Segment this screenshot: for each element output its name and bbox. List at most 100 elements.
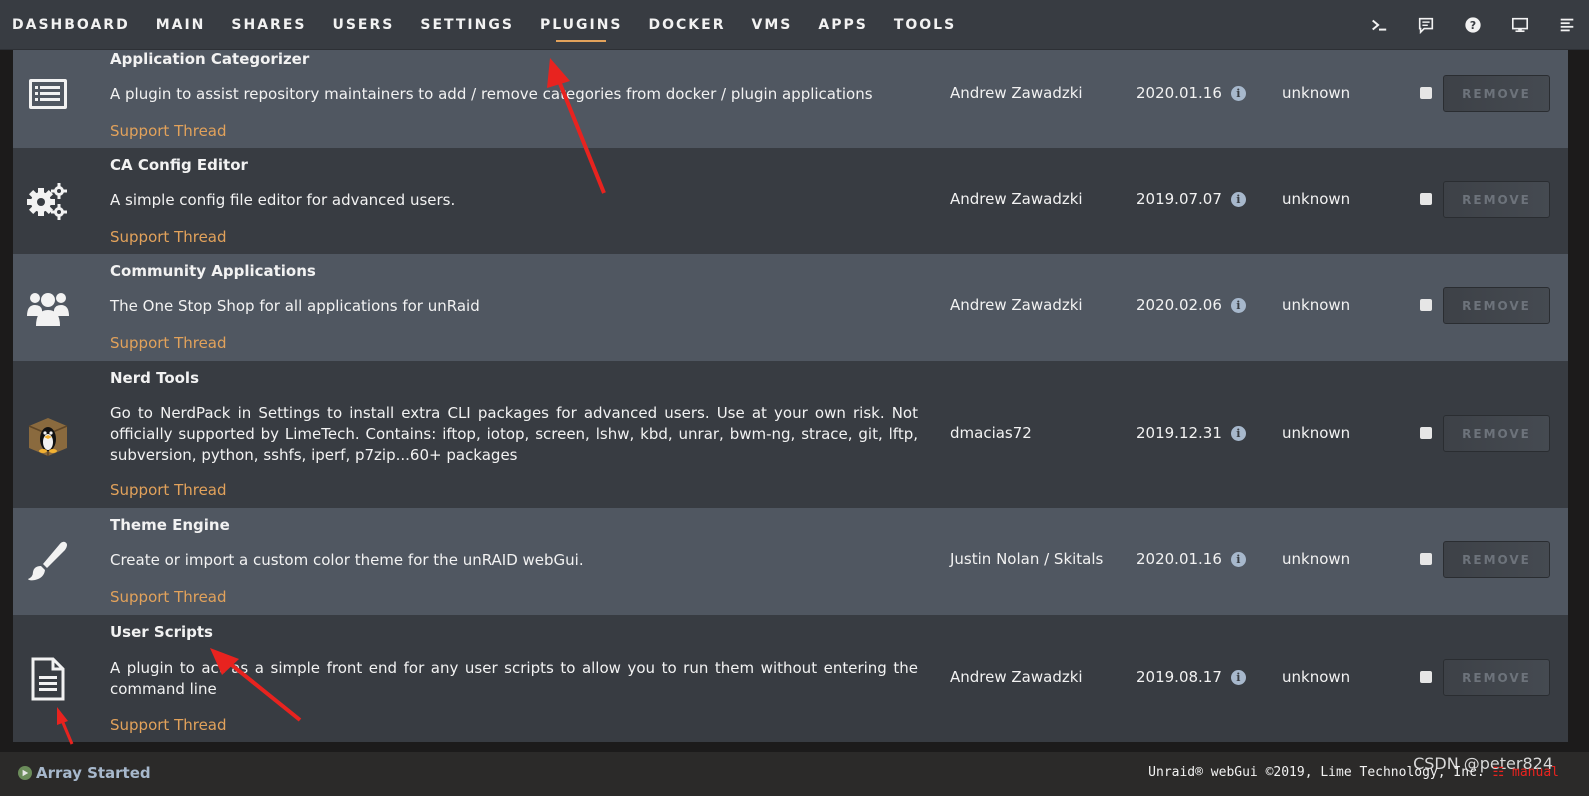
array-status: Array Started (18, 764, 151, 782)
plugin-status: unknown (1282, 84, 1351, 102)
info-icon[interactable]: i (1230, 297, 1246, 313)
remove-checkbox[interactable] (1420, 87, 1432, 99)
support-thread-link[interactable]: Support Thread (110, 122, 227, 140)
status-footer: Array Started CSDN @peter824 Unraid® web… (0, 752, 1589, 796)
version-text: 2019.07.07 (1136, 190, 1222, 208)
remove-button[interactable]: REMOVE (1443, 287, 1550, 324)
nav-vms[interactable]: VMS (752, 0, 793, 50)
remove-button[interactable]: REMOVE (1443, 659, 1550, 696)
nav-settings[interactable]: SETTINGS (420, 0, 514, 50)
version-text: 2020.01.16 (1136, 550, 1222, 568)
nav-dashboard[interactable]: DASHBOARD (12, 0, 130, 50)
version-text: 2019.12.31 (1136, 424, 1222, 442)
plugin-row: CA Config Editor A simple config file ed… (13, 148, 1568, 254)
plugin-list: Application Categorizer A plugin to assi… (13, 50, 1568, 742)
plugin-status: unknown (1282, 296, 1351, 314)
plugin-version: 2020.01.16 i (1136, 84, 1246, 102)
support-thread-link[interactable]: Support Thread (110, 481, 227, 499)
help-icon[interactable]: ? (1463, 15, 1483, 35)
plugin-name: Theme Engine (110, 516, 230, 534)
remove-checkbox[interactable] (1420, 193, 1432, 205)
remove-checkbox[interactable] (1420, 299, 1432, 311)
plugin-description: Create or import a custom color theme fo… (110, 551, 584, 569)
nav-tools[interactable]: TOOLS (894, 0, 956, 50)
feedback-icon[interactable] (1416, 15, 1436, 35)
support-thread-link[interactable]: Support Thread (110, 334, 227, 352)
plugin-version: 2019.12.31 i (1136, 424, 1246, 442)
paintbrush-icon (23, 536, 73, 586)
info-icon[interactable]: i (1230, 85, 1246, 101)
plugin-description: A plugin to assist repository maintainer… (110, 85, 873, 103)
support-thread-link[interactable]: Support Thread (110, 716, 227, 734)
array-status-text: Array Started (36, 764, 151, 782)
main-nav: DASHBOARD MAIN SHARES USERS SETTINGS PLU… (12, 0, 982, 50)
info-icon[interactable]: i (1230, 425, 1246, 441)
play-icon (18, 766, 32, 780)
plugin-description: A plugin to act as a simple front end fo… (110, 659, 918, 698)
plugin-row: User Scripts A plugin to act as a simple… (13, 615, 1568, 742)
document-icon (23, 654, 73, 704)
left-gutter (0, 50, 13, 742)
plugin-name: Community Applications (110, 262, 316, 280)
manual-icon[interactable]: ☷ (1493, 765, 1505, 780)
log-icon[interactable] (1557, 15, 1577, 35)
info-icon[interactable]: i (1230, 191, 1246, 207)
plugin-author: Andrew Zawadzki (950, 668, 1083, 686)
plugin-version: 2019.07.07 i (1136, 190, 1246, 208)
terminal-icon[interactable] (1369, 15, 1389, 35)
plugin-author: Justin Nolan / Skitals (950, 550, 1104, 568)
plugin-row: Application Categorizer A plugin to assi… (13, 50, 1568, 148)
remove-button[interactable]: REMOVE (1443, 75, 1550, 112)
remove-button[interactable]: REMOVE (1443, 181, 1550, 218)
plugin-author: Andrew Zawadzki (950, 190, 1083, 208)
info-icon[interactable]: i (1230, 669, 1246, 685)
copyright-text: Unraid® webGui ©2019, Lime Technology, I… (1148, 765, 1485, 780)
support-thread-link[interactable]: Support Thread (110, 588, 227, 606)
plugin-description: A simple config file editor for advanced… (110, 191, 456, 209)
plugin-version: 2020.01.16 i (1136, 550, 1246, 568)
nav-docker[interactable]: DOCKER (649, 0, 726, 50)
list-icon (23, 69, 73, 119)
copyright: Unraid® webGui ©2019, Lime Technology, I… (1148, 765, 1559, 780)
version-text: 2020.02.06 (1136, 296, 1222, 314)
plugin-row: Nerd Tools Go to NerdPack in Settings to… (13, 361, 1568, 508)
plugin-status: unknown (1282, 550, 1351, 568)
nav-apps[interactable]: APPS (818, 0, 867, 50)
manual-link[interactable]: manual (1512, 765, 1559, 780)
plugin-row: Theme Engine Create or import a custom c… (13, 508, 1568, 615)
plugin-name: User Scripts (110, 623, 213, 641)
plugin-name: CA Config Editor (110, 156, 248, 174)
nav-users[interactable]: USERS (332, 0, 394, 50)
nav-main[interactable]: MAIN (156, 0, 206, 50)
plugin-version: 2020.02.06 i (1136, 296, 1246, 314)
remove-checkbox[interactable] (1420, 553, 1432, 565)
remove-checkbox[interactable] (1420, 671, 1432, 683)
plugin-status: unknown (1282, 190, 1351, 208)
nav-shares[interactable]: SHARES (231, 0, 306, 50)
remove-checkbox[interactable] (1420, 427, 1432, 439)
remove-button[interactable]: REMOVE (1443, 541, 1550, 578)
version-text: 2019.08.17 (1136, 668, 1222, 686)
top-navigation-bar: DASHBOARD MAIN SHARES USERS SETTINGS PLU… (0, 0, 1589, 50)
info-icon[interactable]: i (1230, 551, 1246, 567)
plugin-row: Community Applications The One Stop Shop… (13, 254, 1568, 361)
right-gutter (1568, 50, 1589, 742)
svg-text:?: ? (1470, 19, 1476, 32)
monitor-icon[interactable] (1510, 15, 1530, 35)
plugin-author: Andrew Zawadzki (950, 84, 1083, 102)
plugin-author: Andrew Zawadzki (950, 296, 1083, 314)
top-icons: ? (1342, 0, 1577, 50)
support-thread-link[interactable]: Support Thread (110, 228, 227, 246)
plugin-author: dmacias72 (950, 424, 1032, 442)
remove-button[interactable]: REMOVE (1443, 415, 1550, 452)
gears-icon (23, 176, 73, 226)
nav-plugins[interactable]: PLUGINS (540, 0, 623, 50)
version-text: 2020.01.16 (1136, 84, 1222, 102)
plugin-description: The One Stop Shop for all applications f… (110, 297, 480, 315)
plugin-description: Go to NerdPack in Settings to install ex… (110, 404, 918, 464)
plugin-name: Application Categorizer (110, 50, 310, 68)
plugin-status: unknown (1282, 424, 1351, 442)
plugin-status: unknown (1282, 668, 1351, 686)
plugin-version: 2019.08.17 i (1136, 668, 1246, 686)
users-icon (23, 282, 73, 332)
